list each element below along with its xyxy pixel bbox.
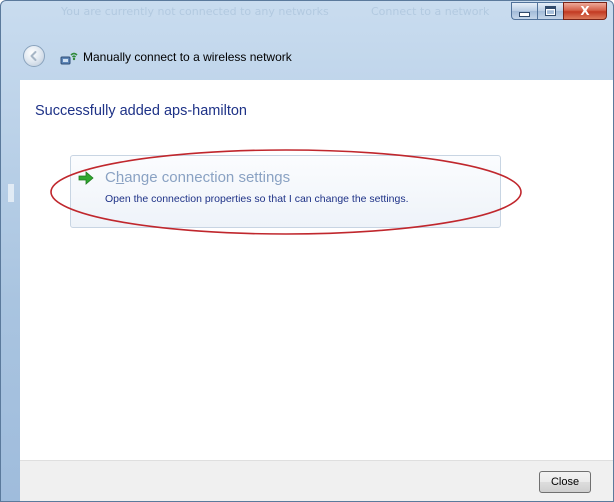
- dialog-footer: Close: [20, 460, 613, 501]
- caption-buttons: X: [511, 2, 607, 20]
- page-heading: Successfully added aps-hamilton: [35, 103, 247, 119]
- window-title-ghost: You are currently not connected to any n…: [61, 5, 329, 18]
- close-icon: X: [580, 4, 590, 18]
- frame-highlight: [8, 184, 14, 202]
- content-area: Successfully added aps-hamilton Change c…: [20, 80, 613, 460]
- command-link-title: Change connection settings: [105, 169, 290, 186]
- back-arrow-icon: [30, 51, 37, 61]
- change-connection-settings-link[interactable]: Change connection settings Open the conn…: [70, 155, 501, 228]
- command-link-title-prefix: C: [105, 169, 116, 186]
- title-bar[interactable]: You are currently not connected to any n…: [1, 1, 613, 31]
- window-title-ghost-right: Connect to a network: [371, 5, 490, 18]
- minimize-icon: [519, 12, 530, 17]
- minimize-button[interactable]: [511, 2, 537, 20]
- command-link-description: Open the connection properties so that I…: [105, 193, 409, 205]
- command-link-title-rest: ange connection settings: [124, 169, 291, 186]
- close-button[interactable]: Close: [539, 471, 591, 493]
- dialog-window: You are currently not connected to any n…: [0, 0, 614, 502]
- navigation-bar: Manually connect to a wireless network: [1, 39, 613, 75]
- maximize-button[interactable]: [537, 2, 563, 20]
- green-arrow-icon: [78, 171, 94, 185]
- back-button[interactable]: [23, 45, 45, 67]
- command-link-title-accesskey: h: [115, 169, 125, 186]
- wireless-network-icon: [60, 52, 78, 65]
- window-close-button[interactable]: X: [563, 2, 607, 20]
- nav-title: Manually connect to a wireless network: [83, 50, 292, 64]
- maximize-icon: [545, 6, 556, 16]
